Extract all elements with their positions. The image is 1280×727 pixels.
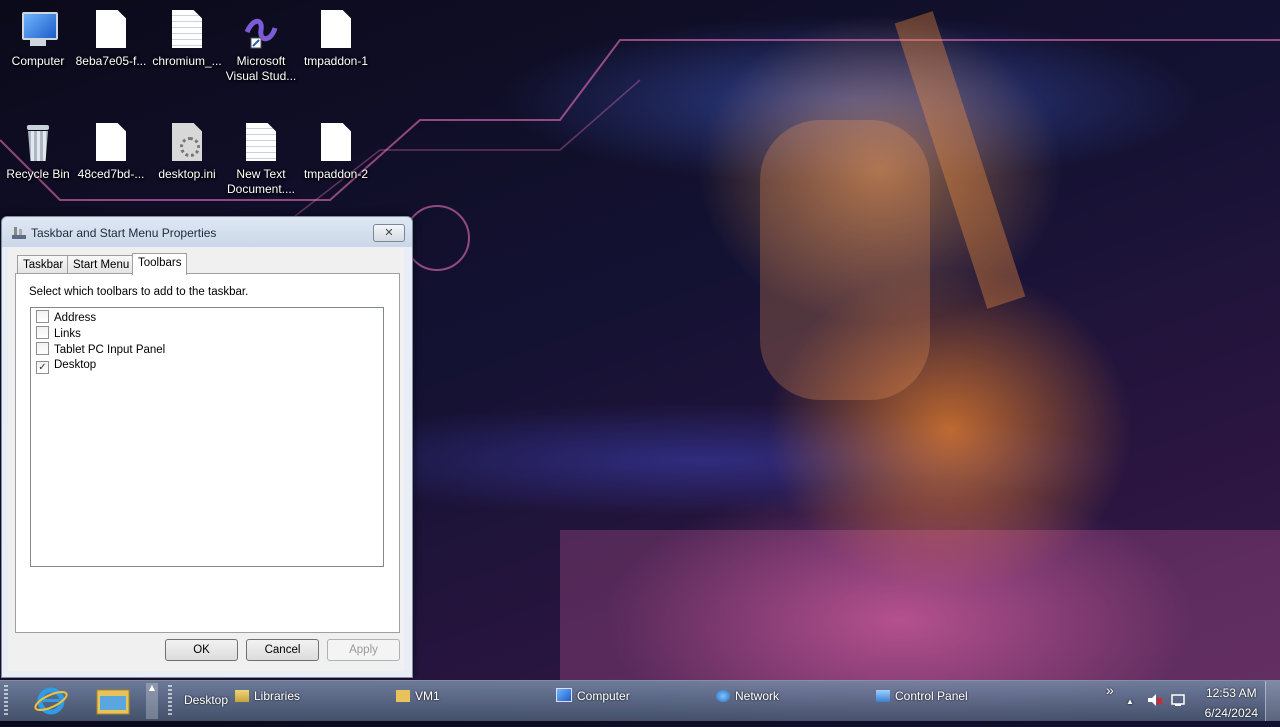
clock-time: 12:53 AM (1205, 686, 1257, 700)
taskbar-item-vm1[interactable]: VM1 (396, 681, 440, 721)
dialog-titlebar[interactable]: Taskbar and Start Menu Properties ✕ (2, 217, 412, 247)
desktop-icon-label: Microsoft Visual Stud... (225, 54, 297, 83)
taskbar-item-computer[interactable]: Computer (556, 681, 630, 721)
control-panel-icon (876, 690, 890, 702)
settings-file-icon (167, 123, 207, 163)
apply-button[interactable]: Apply (327, 639, 400, 661)
file-icon (316, 10, 356, 50)
taskbar-item-network[interactable]: Network (716, 681, 779, 721)
internet-explorer-icon (34, 687, 68, 715)
desktop-toolbar-label[interactable]: Desktop (184, 685, 228, 725)
taskbar-item-control-panel[interactable]: Control Panel (876, 681, 968, 721)
desktop-icon-new-text-document[interactable]: New Text Document.... (223, 123, 299, 197)
desktop-icon-label: chromium_... (152, 54, 222, 68)
desktop-icon-recycle-bin[interactable]: Recycle Bin (0, 123, 76, 182)
toolbar-item-desktop[interactable]: ✓ Desktop (36, 358, 97, 374)
desktop-icon-label: tmpaddon-1 (303, 54, 369, 68)
toolbar-item-address[interactable]: Address (36, 310, 96, 325)
toolbar-overflow-button[interactable]: » (1106, 675, 1114, 715)
taskbar-properties-dialog: Taskbar and Start Menu Properties ✕ Task… (1, 216, 413, 678)
desktop-icon-file[interactable]: 8eba7e05-f... (73, 10, 149, 69)
ok-button[interactable]: OK (165, 639, 238, 661)
file-icon (167, 10, 207, 50)
desktop-icon-desktop-ini[interactable]: desktop.ini (149, 123, 225, 182)
desktop-icon-label: desktop.ini (158, 167, 216, 181)
chevron-up-icon: ▲ (148, 683, 156, 692)
desktop-icon-label: 48ced7bd-... (77, 167, 145, 181)
recycle-bin-icon (18, 123, 58, 163)
toolbar-item-label: Address (54, 312, 97, 324)
toolbar-item-label: Links (54, 328, 81, 340)
dialog-title: Taskbar and Start Menu Properties (31, 226, 217, 240)
computer-icon (18, 10, 58, 50)
desktop-checkbox[interactable]: ✓ (36, 361, 49, 374)
close-button[interactable]: ✕ (373, 224, 405, 242)
address-checkbox[interactable] (36, 310, 49, 323)
taskbar-scroll-up[interactable]: ▲ (146, 683, 158, 719)
tab-taskbar[interactable]: Taskbar (17, 255, 70, 274)
network-icon (716, 690, 730, 702)
file-icon (91, 10, 131, 50)
show-desktop-button[interactable] (1265, 681, 1280, 721)
toolbar-item-links[interactable]: Links (36, 326, 81, 341)
toolbars-tab-panel: Select which toolbars to add to the task… (15, 273, 400, 633)
tablet-pc-input-panel-checkbox[interactable] (36, 342, 49, 355)
tab-start-menu[interactable]: Start Menu (67, 255, 136, 274)
tab-toolbars[interactable]: Toolbars (132, 253, 188, 275)
links-checkbox[interactable] (36, 326, 49, 339)
system-clock[interactable]: 12:53 AM 6/24/2024 (1205, 685, 1258, 721)
dialog-client-area: Taskbar Start Menu Toolbars Select which… (8, 247, 404, 671)
desktop-icon-visual-studio[interactable]: Microsoft Visual Stud... (223, 10, 299, 84)
taskbar: ▲ Desktop Libraries VM1 Computer Network… (0, 680, 1280, 721)
desktop-icon-label: Computer (11, 54, 65, 68)
volume-muted-icon[interactable] (1147, 693, 1163, 707)
desktop-icon-label: New Text Document.... (226, 167, 296, 196)
computer-icon (556, 688, 572, 702)
desktop-icon-file[interactable]: tmpaddon-1 (298, 10, 374, 69)
internet-explorer-button[interactable] (30, 684, 72, 718)
desktop-icon-label: Recycle Bin (6, 167, 70, 181)
taskbar-item-label: Libraries (254, 689, 301, 703)
taskbar-item-label: Network (735, 689, 780, 703)
taskbar-item-label: Computer (577, 689, 630, 703)
toolbar-item-label: Desktop (54, 359, 97, 371)
taskbar-properties-icon (12, 227, 26, 239)
file-icon (316, 123, 356, 163)
text-document-icon (241, 123, 281, 163)
toolbar-grip[interactable] (168, 685, 172, 717)
explorer-button[interactable] (92, 684, 134, 718)
toolbars-listbox[interactable]: Address Links Tablet PC Input Panel ✓ Des… (30, 307, 384, 567)
toolbar-item-label: Tablet PC Input Panel (54, 344, 166, 356)
desktop-icon-file[interactable]: 48ced7bd-... (73, 123, 149, 182)
libraries-icon (235, 690, 249, 702)
clock-date: 6/24/2024 (1204, 706, 1258, 720)
taskbar-item-libraries[interactable]: Libraries (235, 681, 300, 721)
folder-icon (96, 689, 130, 715)
toolbar-item-tablet-pc-input-panel[interactable]: Tablet PC Input Panel (36, 342, 165, 357)
action-center-icon[interactable] (1171, 693, 1187, 707)
desktop-icon-file[interactable]: tmpaddon-2 (298, 123, 374, 182)
toolbars-description: Select which toolbars to add to the task… (29, 286, 249, 298)
taskbar-grip[interactable] (4, 685, 8, 717)
desktop-icon-file[interactable]: chromium_... (149, 10, 225, 69)
taskbar-item-label: Control Panel (895, 689, 968, 703)
taskbar-item-label: VM1 (415, 689, 440, 703)
show-hidden-icons-button[interactable]: ▲ (1126, 687, 1134, 727)
visual-studio-icon (241, 10, 281, 50)
desktop-icon-computer[interactable]: Computer (0, 10, 76, 69)
desktop-icon-label: tmpaddon-2 (303, 167, 369, 181)
folder-icon (396, 690, 410, 702)
desktop-icon-label: 8eba7e05-f... (75, 54, 147, 68)
file-icon (91, 123, 131, 163)
cancel-button[interactable]: Cancel (246, 639, 319, 661)
